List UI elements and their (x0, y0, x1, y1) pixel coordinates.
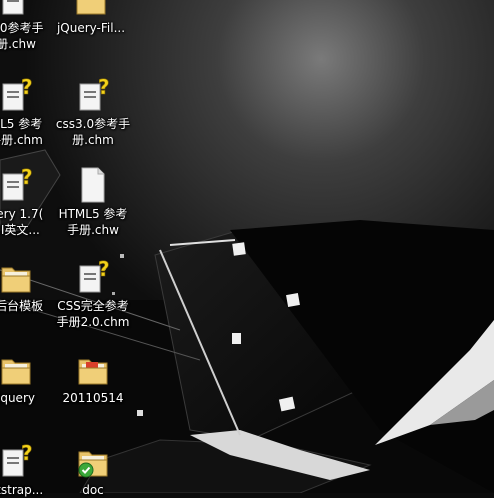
desktop-icon-jquery-file[interactable]: jQuery-Fil... (49, 0, 133, 36)
icon-label-line2: 册.chw (0, 37, 36, 51)
desktop-icon-html5-chw[interactable]: HTML5 参考 手册.chw (51, 164, 135, 238)
desktop-icon-css-complete-chm[interactable]: ? CSS完全参考 手册2.0.chm (51, 256, 135, 330)
svg-text:?: ? (21, 0, 33, 3)
help-file-icon: ? (0, 440, 33, 480)
folder-icon (0, 348, 33, 388)
icon-label-line2: UI英文... (0, 223, 40, 237)
icon-label-line1: doc (82, 483, 104, 497)
icon-label-line1: uery 1.7( (0, 207, 44, 221)
help-file-icon: ? (0, 164, 33, 204)
desktop-icon-jquery-ui-api[interactable]: ? uery 1.7( UI英文... (0, 164, 58, 238)
desktop-icon-html5-chm[interactable]: ? ML5 参考 手册.chm (0, 74, 58, 148)
icon-label-line2: 册.chm (72, 133, 114, 147)
icon-label-line1: css3.0参考手 (55, 117, 131, 131)
folder-icon (74, 0, 108, 18)
svg-text:?: ? (21, 165, 33, 189)
svg-text:?: ? (98, 257, 110, 281)
icon-label-line1: CSS完全参考 (57, 299, 129, 313)
help-file-icon: ? (0, 74, 33, 114)
folder-icon (76, 348, 110, 388)
help-file-icon: ? (0, 0, 33, 18)
help-file-icon: ? (76, 74, 110, 114)
icon-label-line1: HTML5 参考 (58, 207, 128, 221)
folder-icon (0, 256, 33, 296)
icon-label-line1: 20110514 (62, 391, 124, 405)
blank-file-icon (76, 164, 110, 204)
help-file-icon: ? (76, 256, 110, 296)
icon-label-line2: 手册.chw (67, 223, 119, 237)
svg-text:?: ? (98, 75, 110, 99)
icon-label-line1: ML5 参考 (0, 117, 43, 131)
svg-text:?: ? (21, 75, 33, 99)
icon-label-line2: 手册2.0.chm (56, 315, 130, 329)
desktop-icon-jquery-folder[interactable]: jquery (0, 348, 58, 406)
icon-label-line1: jQuery-Fil... (56, 21, 126, 35)
desktop-icon-admin-template[interactable]: s后台模板 (0, 256, 58, 314)
icon-label-line1: otstrap... (0, 483, 44, 497)
desktop-icon-css3-chm[interactable]: ? css3.0参考手 册.chm (51, 74, 135, 148)
desktop-icon-20110514[interactable]: 20110514 (51, 348, 135, 406)
icon-label-line2: 手册.chm (0, 133, 43, 147)
folder-synced-icon (76, 440, 110, 480)
desktop-icon-bootstrap[interactable]: ? otstrap... (0, 440, 58, 498)
desktop-icon-doc[interactable]: doc (51, 440, 135, 498)
icon-label-line1: s后台模板 (0, 299, 44, 313)
svg-text:?: ? (21, 441, 33, 465)
icon-label-line1: jquery (0, 391, 35, 405)
